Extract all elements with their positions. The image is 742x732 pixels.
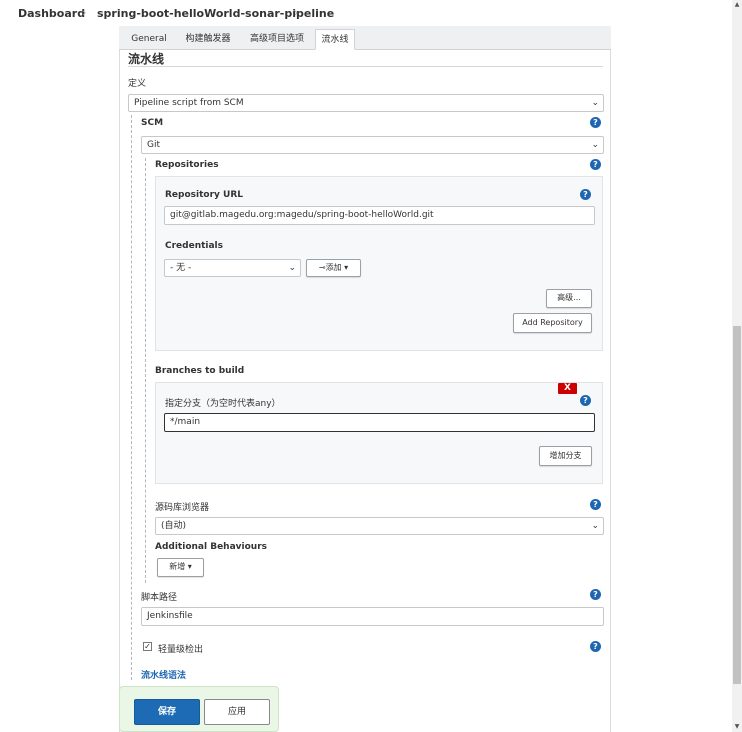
- caret-down-icon: ▾: [185, 562, 192, 571]
- lightweight-checkout-checkbox[interactable]: ✓: [143, 642, 152, 651]
- repo-browser-select[interactable]: (自动) ⌄: [155, 517, 604, 535]
- scm-select[interactable]: Git ⌄: [141, 136, 604, 154]
- repositories-label: Repositories: [155, 160, 219, 170]
- tab-pipeline[interactable]: 流水线: [315, 29, 355, 50]
- question-circle-icon[interactable]: ?: [590, 117, 601, 128]
- apply-button[interactable]: 应用: [204, 699, 270, 725]
- chevron-right-icon: ›: [82, 6, 87, 19]
- add-behaviour-button[interactable]: 新增 ▾: [157, 558, 204, 577]
- scm-value: Git: [147, 140, 161, 150]
- tab-build-triggers[interactable]: 构建触发器: [177, 29, 239, 50]
- script-path-label: 脚本路径: [141, 593, 178, 603]
- lightweight-checkout-label: 轻量级检出: [158, 645, 204, 655]
- caret-down-icon: ▾: [341, 263, 349, 272]
- scm-label: SCM: [141, 118, 164, 128]
- tab-advanced-project-options[interactable]: 高级项目选项: [243, 29, 311, 50]
- credentials-select[interactable]: - 无 - ⌄: [164, 259, 301, 277]
- section-title: 流水线: [128, 52, 165, 66]
- delete-branch-button[interactable]: X: [558, 383, 577, 394]
- additional-behaviours-label: Additional Behaviours: [155, 542, 267, 552]
- nesting-guide: [145, 158, 146, 583]
- chevron-right-icon[interactable]: ›: [294, 6, 298, 19]
- advanced-button[interactable]: 高级...: [546, 289, 592, 308]
- credentials-value: - 无 -: [170, 263, 192, 273]
- question-circle-icon[interactable]: ?: [590, 159, 601, 170]
- key-icon: ⊸: [318, 263, 326, 272]
- repo-browser-label: 源码库浏览器: [155, 503, 210, 513]
- question-circle-icon[interactable]: ?: [590, 499, 601, 510]
- definition-select[interactable]: Pipeline script from SCM ⌄: [128, 94, 604, 112]
- definition-label: 定义: [128, 79, 147, 89]
- question-circle-icon[interactable]: ?: [580, 395, 591, 406]
- branch-specifier-label: 指定分支（为空时代表any）: [165, 399, 281, 409]
- chevron-down-icon: ⌄: [591, 98, 599, 108]
- breadcrumb: Dashboard › spring-boot-helloWorld-sonar…: [0, 0, 732, 26]
- breadcrumb-job[interactable]: spring-boot-helloWorld-sonar-pipeline: [97, 7, 334, 20]
- script-path-input[interactable]: Jenkinsfile: [141, 607, 604, 626]
- scroll-down-icon[interactable]: ▼: [732, 722, 742, 732]
- add-repository-button[interactable]: Add Repository: [513, 313, 592, 333]
- credentials-label: Credentials: [165, 241, 224, 251]
- chevron-down-icon: ⌄: [591, 521, 599, 531]
- branches-label: Branches to build: [155, 366, 245, 376]
- question-circle-icon[interactable]: ?: [590, 641, 601, 652]
- pipeline-syntax-link[interactable]: 流水线语法: [141, 668, 186, 681]
- tab-bar: General 构建触发器 高级项目选项 流水线: [119, 26, 611, 50]
- breadcrumb-dashboard[interactable]: Dashboard: [18, 7, 85, 20]
- repository-url-input[interactable]: git@gitlab.magedu.org:magedu/spring-boot…: [164, 206, 595, 225]
- chevron-down-icon: ⌄: [288, 263, 296, 273]
- add-credential-button[interactable]: ⊸添加 ▾: [306, 259, 361, 277]
- question-circle-icon[interactable]: ?: [590, 589, 601, 600]
- nesting-guide: [131, 115, 132, 680]
- repository-url-label: Repository URL: [165, 190, 243, 200]
- tab-general[interactable]: General: [125, 29, 173, 50]
- section-divider: [128, 66, 603, 67]
- branch-specifier-input[interactable]: */main: [164, 413, 595, 432]
- definition-value: Pipeline script from SCM: [134, 98, 244, 108]
- add-credential-label: 添加: [325, 263, 342, 272]
- checkmark-icon: ✓: [144, 642, 151, 651]
- scroll-up-icon[interactable]: ▲: [732, 0, 742, 10]
- chevron-down-icon: ⌄: [591, 140, 599, 150]
- save-button[interactable]: 保存: [134, 699, 200, 725]
- repo-browser-value: (自动): [161, 521, 187, 531]
- config-panel: [119, 26, 611, 732]
- add-behaviour-label: 新增: [169, 562, 186, 571]
- scrollbar-thumb[interactable]: [733, 326, 741, 684]
- add-branch-button[interactable]: 增加分支: [539, 446, 592, 466]
- question-circle-icon[interactable]: ?: [580, 189, 591, 200]
